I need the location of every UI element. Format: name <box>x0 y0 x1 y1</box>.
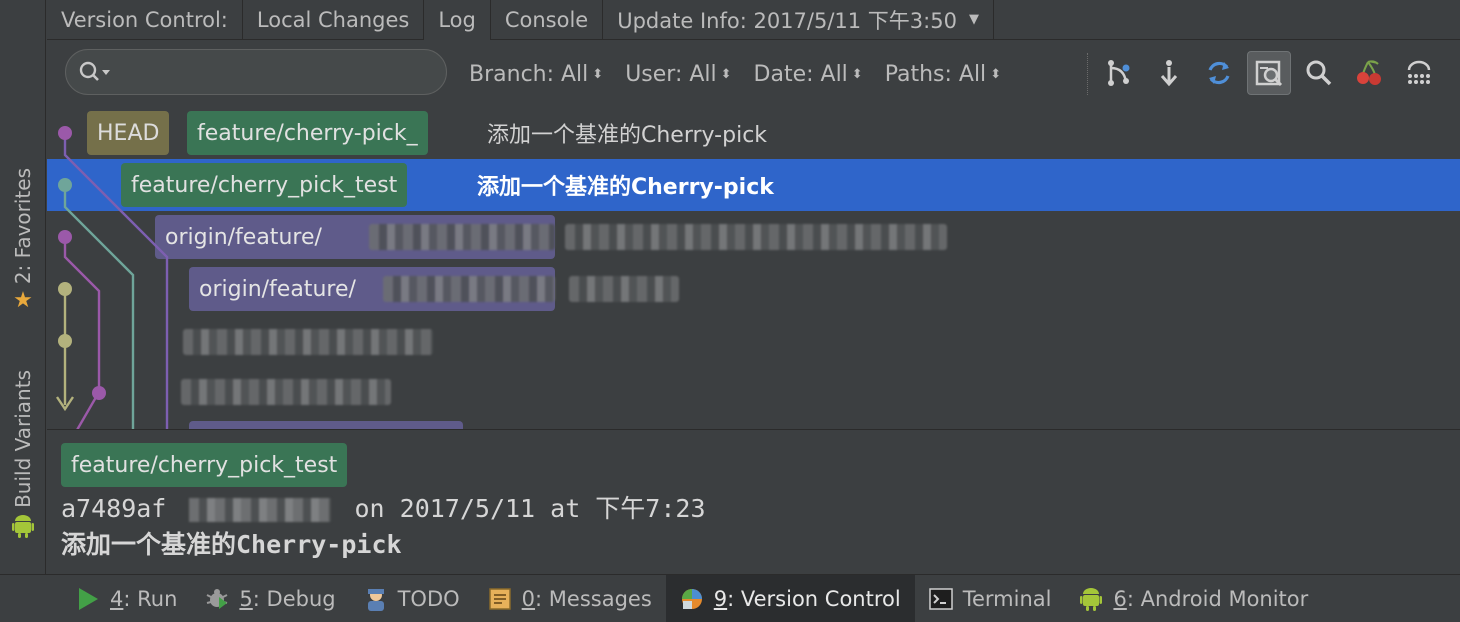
commit-node[interactable] <box>58 282 72 296</box>
chevron-down-icon[interactable]: ▼ <box>969 12 979 27</box>
tab-run[interactable]: 4: Run <box>62 575 191 622</box>
version-control-title: Version Control: <box>47 0 243 40</box>
build-variants-label: Build Variants <box>11 370 35 508</box>
android-icon <box>12 514 34 543</box>
commit-node[interactable] <box>58 334 72 348</box>
refresh-button[interactable] <box>1197 51 1241 95</box>
tab-terminal-label: Terminal <box>962 586 1052 611</box>
commit-hash: a7489af <box>61 494 167 523</box>
commit-details: feature/cherry_pick_test a7489af on 2017… <box>47 431 1460 574</box>
cherry-pick-icon <box>1357 60 1381 85</box>
commit-subject: 添加一个基准的Cherry-pick <box>61 530 402 559</box>
commit-message: 添加一个基准的Cherry-pick <box>477 175 774 200</box>
settings-icon <box>1407 60 1431 84</box>
detail-branch-label: feature/cherry_pick_test <box>61 443 348 487</box>
tab-console[interactable]: Console <box>491 0 604 40</box>
tab-run-label: 4: Run <box>110 586 178 611</box>
commit-node[interactable] <box>58 126 72 140</box>
branch-graph-button[interactable] <box>1097 51 1141 95</box>
log-toolbar: Branch: All ⬍ User: All ⬍ Date: All ⬍ Paths… <box>47 41 1460 107</box>
version-control-tab-header: Version Control: Local Changes Log Conso… <box>47 0 1460 40</box>
bottom-tool-bar: 4: Run 5: Debug TODO 0: Messages 9: Vers… <box>0 574 1460 622</box>
graph-edge <box>63 133 169 429</box>
android-monitor-icon <box>1079 587 1103 611</box>
refresh-icon <box>1208 61 1230 85</box>
left-tool-strip: 2: Favorites ★ Build Variants <box>0 0 46 574</box>
tab-todo[interactable]: TODO <box>350 575 474 622</box>
date-filter[interactable]: Date: All ⬍ <box>754 62 863 87</box>
tab-terminal[interactable]: Terminal <box>915 575 1066 622</box>
branch-graph-icon <box>1108 60 1130 86</box>
obscured-text <box>383 276 555 302</box>
commit-log-list[interactable]: HEAD feature/cherry-pick_ 添加一个基准的Cherry-… <box>47 107 1460 430</box>
version-control-panel: 2: Favorites ★ Build Variants Version Co… <box>0 0 1460 622</box>
sort-updown-icon: ⬍ <box>592 67 604 82</box>
obscured-text <box>369 224 555 250</box>
tab-log[interactable]: Log <box>424 0 491 40</box>
cherry-pick-button[interactable] <box>1347 51 1391 95</box>
commit-graph <box>56 126 169 429</box>
tab-debug[interactable]: 5: Debug <box>191 575 349 622</box>
commit-row[interactable]: origin/feature/ <box>47 263 1460 315</box>
tab-version-control-label: 9: Version Control <box>713 586 901 611</box>
preview-diff-button[interactable] <box>1247 51 1291 95</box>
terminal-icon <box>928 587 953 611</box>
commit-row-selected[interactable]: feature/cherry_pick_test 添加一个基准的Cherry-p… <box>47 159 1460 211</box>
tab-version-control[interactable]: 9: Version Control <box>665 574 915 622</box>
search-icon <box>1306 60 1332 86</box>
tab-debug-label: 5: Debug <box>239 586 336 611</box>
run-icon <box>76 587 100 611</box>
star-icon: ★ <box>13 288 33 314</box>
commit-message: 添加一个基准的Cherry-pick <box>487 123 768 148</box>
favorites-tab[interactable]: 2: Favorites ★ <box>0 168 46 312</box>
sort-updown-icon: ⬍ <box>851 67 863 82</box>
tab-messages-label: 0: Messages <box>521 586 652 611</box>
obscured-text <box>569 276 679 302</box>
version-control-icon <box>680 587 704 611</box>
commit-node[interactable] <box>58 230 72 244</box>
down-arrow-icon <box>1160 60 1178 87</box>
user-filter[interactable]: User: All ⬍ <box>625 62 731 87</box>
sort-updown-icon: ⬍ <box>990 67 1002 82</box>
paths-filter[interactable]: Paths: All ⬍ <box>885 62 1001 87</box>
detail-commit-line: a7489af on 2017/5/11 at 下午7:23 <box>61 489 706 525</box>
tab-messages[interactable]: 0: Messages <box>474 575 666 622</box>
tab-todo-label: TODO <box>397 586 460 611</box>
toolbar-separator <box>1087 53 1088 95</box>
search-icon[interactable] <box>78 60 112 84</box>
debug-icon <box>205 587 229 611</box>
toolbar-actions <box>1097 49 1441 97</box>
tab-android-monitor-label: 6: Android Monitor <box>1113 586 1309 611</box>
preview-diff-icon <box>1255 60 1283 87</box>
branch-filter[interactable]: Branch: All ⬍ <box>469 62 603 87</box>
commit-date: on 2017/5/11 at 下午7:23 <box>354 494 706 523</box>
obscured-author <box>189 498 332 522</box>
settings-button[interactable] <box>1397 51 1441 95</box>
favorites-label: 2: Favorites <box>11 168 35 285</box>
sort-updown-icon: ⬍ <box>720 67 732 82</box>
find-button[interactable] <box>1297 51 1341 95</box>
obscured-text <box>565 224 947 250</box>
commit-node[interactable] <box>92 386 106 400</box>
commit-row[interactable]: HEAD feature/cherry-pick_ 添加一个基准的Cherry-… <box>47 107 1460 159</box>
build-variants-tab[interactable]: Build Variants <box>0 370 46 543</box>
commit-node[interactable] <box>58 178 72 192</box>
tab-update-info[interactable]: Update Info: 2017/5/11 下午3:50 ▼ <box>603 0 994 40</box>
tab-android-monitor[interactable]: 6: Android Monitor <box>1065 575 1322 622</box>
messages-icon <box>488 587 512 611</box>
tab-local-changes[interactable]: Local Changes <box>243 0 425 40</box>
todo-icon <box>364 587 388 611</box>
log-search-box[interactable] <box>65 49 447 95</box>
log-search-input[interactable] <box>118 61 438 83</box>
go-to-child-button[interactable] <box>1147 51 1191 95</box>
log-filters: Branch: All ⬍ User: All ⬍ Date: All ⬍ Paths… <box>469 41 1001 107</box>
